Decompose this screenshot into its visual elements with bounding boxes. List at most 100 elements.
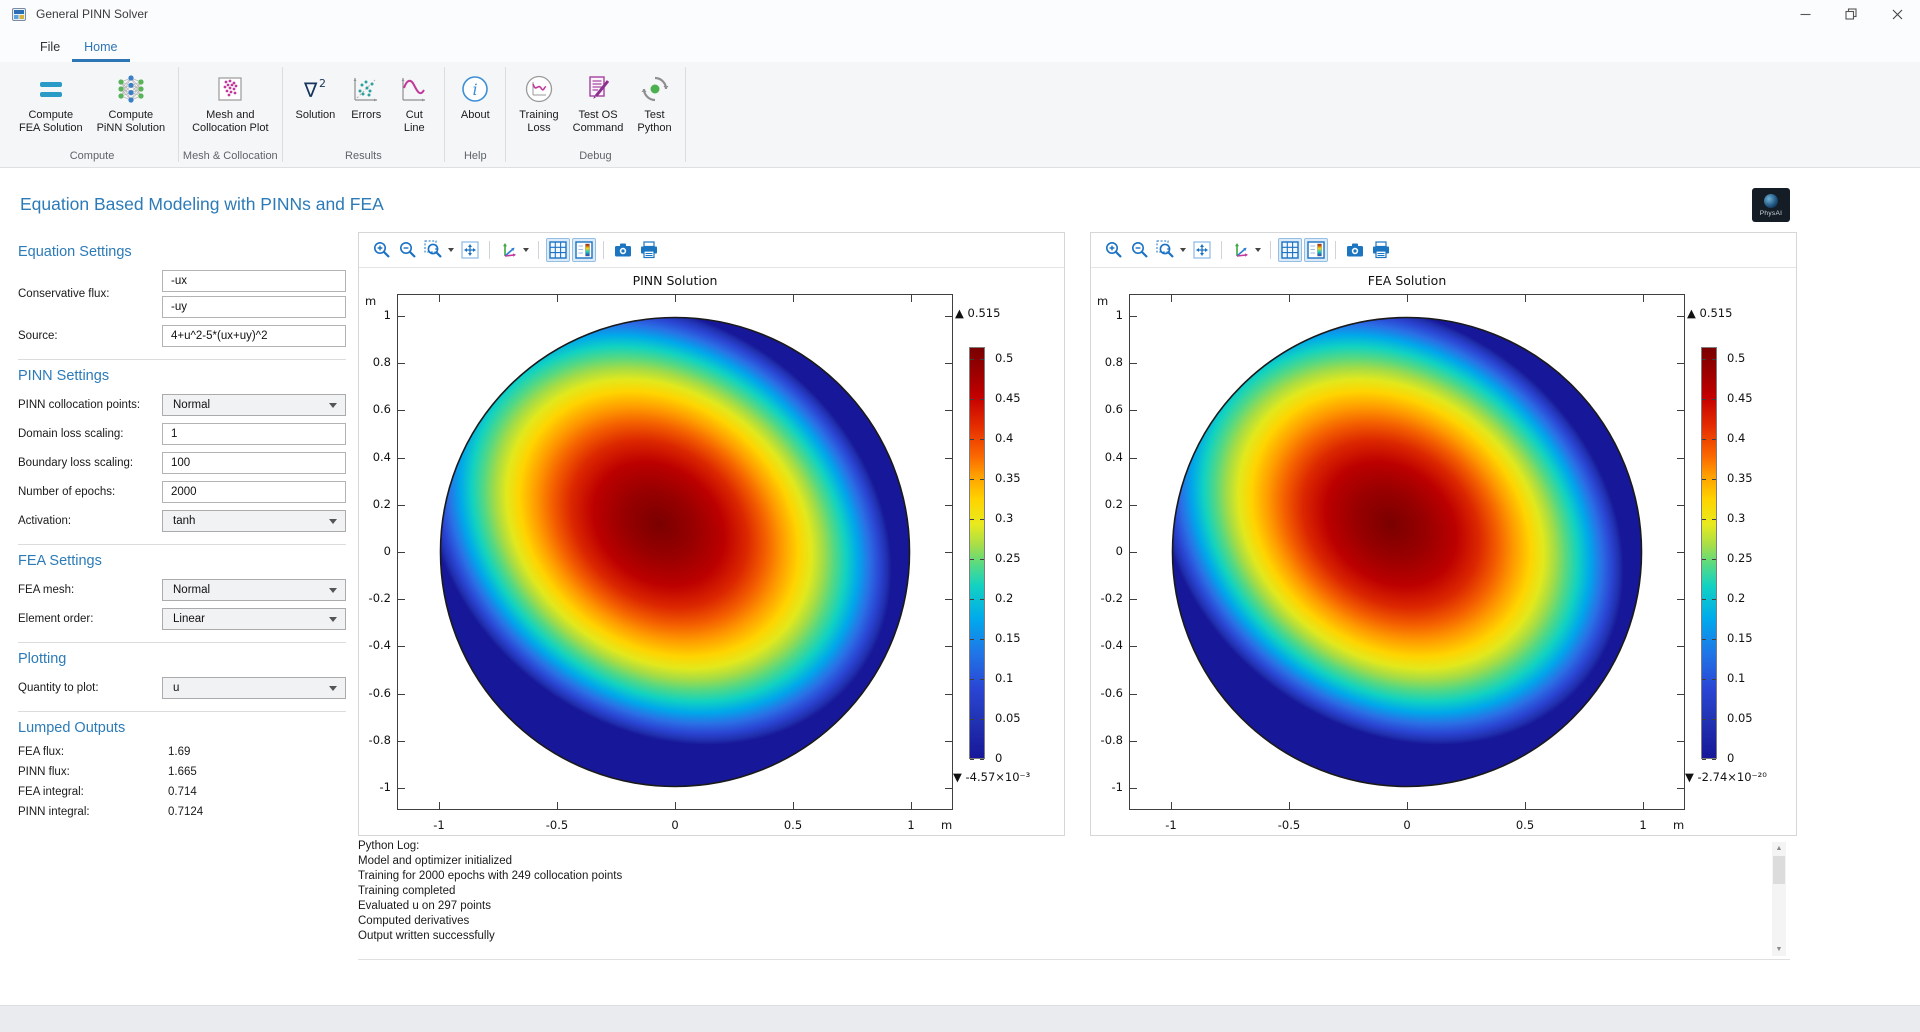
y-tick-label: -1	[1089, 780, 1123, 795]
minimize-button[interactable]	[1782, 0, 1828, 28]
domain-loss-scaling-input[interactable]	[162, 423, 346, 445]
boundary-loss-scaling-input[interactable]	[162, 452, 346, 474]
source-input[interactable]	[162, 325, 346, 347]
axis-tick	[1525, 802, 1526, 809]
svg-text:∇: ∇	[303, 78, 318, 102]
chevron-down-icon[interactable]	[523, 248, 529, 252]
colorbar-tick	[1712, 359, 1716, 360]
plot-title: FEA Solution	[1129, 273, 1685, 288]
toolbar-separator	[1221, 241, 1222, 259]
grid-toggle-button[interactable]	[1278, 238, 1302, 262]
fea-mesh-select[interactable]: Normal	[162, 579, 346, 601]
errors-button[interactable]: Errors	[342, 70, 390, 124]
zoom-out-button[interactable]	[1128, 238, 1152, 262]
snapshot-button[interactable]	[611, 238, 635, 262]
colorbar-tick	[1712, 439, 1716, 440]
settings-row: Activation: tanh	[18, 510, 346, 532]
colorbar-tick	[1702, 679, 1706, 680]
zoom-in-button[interactable]	[1102, 238, 1126, 262]
colorbar-tick	[980, 759, 984, 760]
solution-button[interactable]: ∇2 Solution	[289, 70, 343, 124]
colorbar-tick	[1702, 719, 1706, 720]
chevron-down-icon[interactable]	[1255, 248, 1261, 252]
restore-button[interactable]	[1828, 0, 1874, 28]
zoom-extents-button[interactable]	[458, 238, 482, 262]
colorbar-max-label: ▲ 0.515	[1687, 306, 1732, 320]
toolbar-separator	[538, 241, 539, 259]
zoom-in-icon	[372, 240, 392, 260]
about-button[interactable]: i About	[451, 70, 499, 124]
snapshot-button[interactable]	[1343, 238, 1367, 262]
grid-toggle-button[interactable]	[546, 238, 570, 262]
app-icon	[12, 8, 26, 21]
x-axis-unit: m	[941, 818, 952, 832]
chevron-down-icon[interactable]	[1180, 248, 1186, 252]
axes-orientation-button[interactable]	[1229, 238, 1253, 262]
quantity-to-plot-select[interactable]: u	[162, 677, 346, 699]
tab-file[interactable]: File	[28, 34, 72, 62]
pinn-plot-canvas[interactable]: PINN Solution m m ▲ 0.515 ▼ -4.57×10⁻³ -…	[359, 268, 1064, 837]
output-row: PINN flux:1.665	[18, 766, 346, 778]
ribbon-group-debug: TrainingLoss Test OSCommand	[506, 62, 684, 167]
conservative-flux-y-input[interactable]	[162, 296, 346, 318]
training-loss-button[interactable]: TrainingLoss	[512, 70, 565, 137]
fea-plot-canvas[interactable]: FEA Solution m m ▲ 0.515 ▼ -2.74×10⁻²⁰ -…	[1091, 268, 1796, 837]
axis-tick	[1130, 505, 1137, 506]
y-tick-label: 0	[357, 544, 391, 559]
compute-pinn-solution-button[interactable]: ComputePiNN Solution	[90, 70, 172, 137]
scroll-up-arrow[interactable]: ▲	[1772, 842, 1786, 855]
mesh-collocation-plot-button[interactable]: Mesh andCollocation Plot	[185, 70, 275, 137]
log-scrollbar[interactable]: ▲ ▼	[1772, 842, 1786, 956]
print-button[interactable]	[1369, 238, 1393, 262]
colorbar-tick	[980, 599, 984, 600]
colorbar-tick-label: 0.5	[995, 351, 1039, 366]
colorbar-toggle-button[interactable]	[572, 238, 596, 262]
axis-tick	[1677, 741, 1684, 742]
number-of-epochs-input[interactable]	[162, 481, 346, 503]
ribbon-group-mesh: Mesh andCollocation Plot Mesh & Collocat…	[179, 62, 281, 167]
plot-toolbar	[1091, 233, 1796, 268]
axis-tick	[557, 295, 558, 302]
colorbar-icon	[1306, 240, 1326, 260]
cut-line-button[interactable]: CutLine	[390, 70, 438, 137]
axes-orientation-button[interactable]	[497, 238, 521, 262]
zoom-in-button[interactable]	[370, 238, 394, 262]
colorbar-tick	[980, 359, 984, 360]
test-os-command-button[interactable]: Test OSCommand	[566, 70, 631, 137]
colorbar-toggle-button[interactable]	[1304, 238, 1328, 262]
element-order-select[interactable]: Linear	[162, 608, 346, 630]
colorbar-tick	[1712, 599, 1716, 600]
colorbar-tick-label: 0.05	[995, 711, 1039, 726]
colorbar-tick	[1702, 399, 1706, 400]
colorbar-tick-label: 0.3	[995, 511, 1039, 526]
activation-select[interactable]: tanh	[162, 510, 346, 532]
axis-tick	[675, 802, 676, 809]
nabla-squared-icon: ∇2	[298, 72, 332, 106]
axis-tick	[439, 802, 440, 809]
conservative-flux-x-input[interactable]	[162, 270, 346, 292]
section-title: FEA Settings	[18, 553, 346, 569]
axis-tick	[398, 646, 405, 647]
tab-home[interactable]: Home	[72, 34, 129, 62]
pinn-collocation-points-select[interactable]: Normal	[162, 394, 346, 416]
output-value: 1.665	[168, 766, 197, 778]
compute-fea-solution-button[interactable]: ComputeFEA Solution	[12, 70, 90, 137]
zoom-extents-button[interactable]	[1190, 238, 1214, 262]
select-value: tanh	[173, 515, 329, 527]
field-label: Activation:	[18, 515, 162, 527]
chevron-down-icon[interactable]	[448, 248, 454, 252]
y-tick-label: -0.8	[1089, 733, 1123, 748]
field-label: FEA mesh:	[18, 584, 162, 596]
zoom-out-button[interactable]	[396, 238, 420, 262]
test-python-button[interactable]: TestPython	[630, 70, 678, 137]
zoom-box-button[interactable]	[1154, 238, 1178, 262]
scrollbar-thumb[interactable]	[1773, 856, 1785, 884]
scroll-down-arrow[interactable]: ▼	[1772, 943, 1786, 956]
close-button[interactable]	[1874, 0, 1920, 28]
button-label: TestPython	[637, 109, 671, 135]
print-button[interactable]	[637, 238, 661, 262]
colorbar-tick	[980, 439, 984, 440]
python-log[interactable]: Python Log: Model and optimizer initiali…	[358, 840, 1790, 960]
zoom-box-button[interactable]	[422, 238, 446, 262]
y-tick-label: 0.8	[357, 355, 391, 370]
